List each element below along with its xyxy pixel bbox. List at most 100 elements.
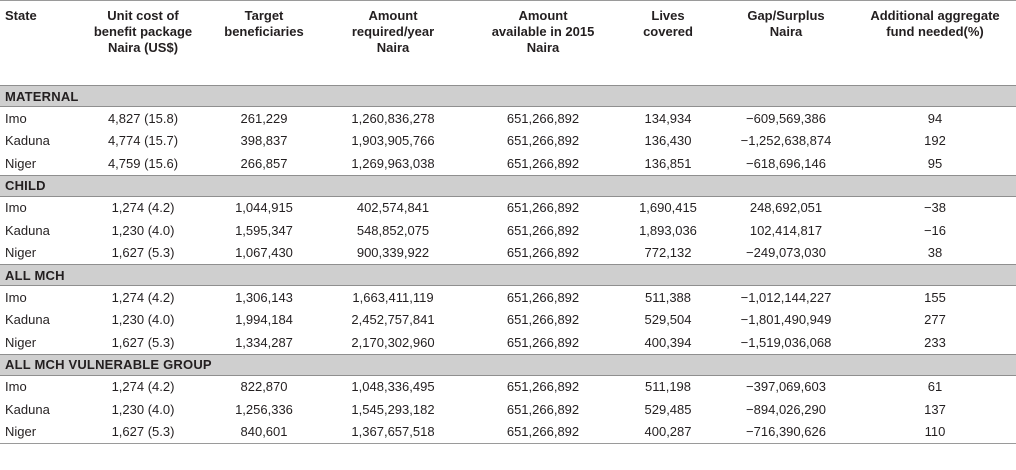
table-row: Imo 1,274 (4.2) 1,044,915 402,574,841 651,26… [0,196,1016,219]
col-lives-covered-cell: 529,485 [644,401,692,417]
table-header: State Unit cost of benefit package Naira (U… [0,0,1016,86]
col-target-beneficiaries-cell: 840,601 [210,420,318,444]
col-state-header: State [0,0,76,86]
col-lives-covered-cell: 1,690,415 [639,200,697,216]
col-target-beneficiaries-header: Target beneficiaries [210,0,318,86]
col-additional-fund-cell: 38 [927,245,943,261]
col-target-beneficiaries-cell: 398,837 [240,133,288,149]
col-gap-surplus-cell: −1,519,036,068 [740,334,832,350]
col-amount-required-cell: 1,903,905,766 [351,133,435,149]
col-amount-required-cell: 2,170,302,960 [351,334,435,350]
table-row: Imo 4,827 (15.8) 261,229 1,260,836,278 651,2… [0,107,1016,130]
col-target-beneficiaries-cell: 1,334,287 [235,334,293,350]
col-state-cell: Niger [5,334,37,350]
col-amount-available-cell: 651,266,892 [506,200,580,216]
col-unit-cost-cell: 1,627 (5.3) [111,245,175,261]
col-lives-covered-header: Lives covered [618,0,718,86]
col-additional-fund-cell: 277 [924,312,946,328]
col-target-beneficiaries-cell: 1,067,430 [235,245,293,261]
cost-table: State Unit cost of benefit package Naira (U… [0,0,1016,444]
col-amount-available-cell: 651,266,892 [506,312,580,328]
col-amount-required-cell: 1,545,293,182 [351,401,435,417]
col-lives-covered-cell: 511,388 [644,289,692,305]
col-lives-covered-cell: 400,287 [618,420,718,444]
col-gap-surplus-header: Gap/Surplus Naira [718,0,854,86]
section-title: ALL MCH VULNERABLE GROUP [0,353,1016,376]
col-amount-required-header: Amount required/year Naira [318,0,468,86]
table-row: Kaduna 1,230 (4.0) 1,256,336 1,545,293,182 6… [0,398,1016,421]
col-lives-covered-cell: 511,198 [644,379,692,395]
col-state-cell: Kaduna [5,133,50,149]
table-row: Kaduna 1,230 (4.0) 1,595,347 548,852,075 651… [0,219,1016,242]
section-header-row: CHILD [0,174,1016,197]
col-lives-covered-cell: 400,394 [644,334,692,350]
col-additional-fund-cell: −16 [923,222,947,238]
col-target-beneficiaries-cell: 1,306,143 [235,289,293,305]
col-target-beneficiaries-cell: 1,256,336 [235,401,293,417]
col-unit-cost-header: Unit cost of benefit package Naira (US$) [76,0,210,86]
col-amount-available-cell: 651,266,892 [506,334,580,350]
table-row: Niger 4,759 (15.6) 266,857 1,269,963,038 651… [0,152,1016,175]
table-row: Imo 1,274 (4.2) 1,306,143 1,663,411,119 651,… [0,286,1016,309]
col-gap-surplus-cell: −894,026,290 [746,401,826,417]
col-lives-covered-cell: 136,430 [644,133,692,149]
col-unit-cost-cell: 1,274 (4.2) [111,379,175,395]
col-lives-covered-cell: 529,504 [644,312,692,328]
col-unit-cost-cell: 1,627 (5.3) [76,420,210,444]
col-additional-fund-cell: −38 [923,200,947,216]
section-header-row: ALL MCH [0,264,1016,286]
col-gap-surplus-cell: −716,390,626 [718,420,854,444]
col-gap-surplus-cell: −1,012,144,227 [740,289,832,305]
table-row: Niger 1,627 (5.3) 1,067,430 900,339,922 651,… [0,242,1016,265]
col-additional-fund-cell: 110 [854,420,1016,444]
header-row: State Unit cost of benefit package Naira (U… [0,0,1016,86]
col-unit-cost-cell: 1,230 (4.0) [111,401,175,417]
col-lives-covered-cell: 134,934 [644,110,692,126]
col-amount-available-header: Amount available in 2015 Naira [468,0,618,86]
col-gap-surplus-cell: −618,696,146 [746,155,826,171]
col-unit-cost-cell: 4,759 (15.6) [107,155,179,171]
col-additional-fund-cell: 233 [924,334,946,350]
col-amount-available-cell: 651,266,892 [506,155,580,171]
col-state-cell: Imo [5,200,27,216]
section-title: ALL MCH [0,264,1016,286]
col-amount-required-cell: 1,663,411,119 [352,289,434,305]
col-gap-surplus-cell: 248,692,051 [749,200,823,216]
table-row: Kaduna 4,774 (15.7) 398,837 1,903,905,766 65… [0,130,1016,153]
col-additional-fund-cell: 137 [924,401,946,417]
col-target-beneficiaries-cell: 261,229 [240,110,288,126]
col-state-cell: Niger [5,155,37,171]
col-target-beneficiaries-cell: 822,870 [240,379,288,395]
col-gap-surplus-cell: −1,801,490,949 [740,312,832,328]
col-unit-cost-cell: 1,274 (4.2) [111,200,175,216]
col-unit-cost-cell: 4,827 (15.8) [107,110,179,126]
col-amount-available-cell: 651,266,892 [506,401,580,417]
col-unit-cost-cell: 4,774 (15.7) [107,133,179,149]
section-header-row: MATERNAL [0,85,1016,107]
col-gap-surplus-cell: −397,069,603 [746,379,826,395]
col-amount-required-cell: 900,339,922 [356,245,430,261]
col-amount-available-cell: 651,266,892 [506,379,580,395]
col-additional-fund-cell: 95 [927,155,943,171]
col-unit-cost-cell: 1,627 (5.3) [111,334,175,350]
table-body: MATERNAL Imo 4,827 (15.8) 261,229 1,260,836,… [0,85,1016,444]
col-additional-fund-header: Additional aggregate fund needed(%) [854,0,1016,86]
table-row: Niger 1,627 (5.3) 1,334,287 2,170,302,960 65… [0,331,1016,354]
col-amount-required-cell: 1,269,963,038 [351,155,435,171]
col-amount-available-cell: 651,266,892 [506,245,580,261]
col-gap-surplus-cell: −249,073,030 [746,245,826,261]
col-unit-cost-cell: 1,230 (4.0) [111,222,175,238]
col-target-beneficiaries-cell: 266,857 [240,155,288,171]
col-additional-fund-cell: 192 [924,133,946,149]
col-amount-available-cell: 651,266,892 [506,289,580,305]
col-unit-cost-cell: 1,230 (4.0) [111,312,175,328]
section-header-row: ALL MCH VULNERABLE GROUP [0,353,1016,376]
col-lives-covered-cell: 136,851 [644,155,692,171]
col-gap-surplus-cell: 102,414,817 [749,222,823,238]
col-lives-covered-cell: 1,893,036 [639,222,697,238]
col-amount-available-cell: 651,266,892 [506,110,580,126]
col-amount-required-cell: 1,367,657,518 [318,420,468,444]
col-amount-available-cell: 651,266,892 [468,420,618,444]
table-row: Kaduna 1,230 (4.0) 1,994,184 2,452,757,841 6… [0,309,1016,332]
col-state-cell: Imo [5,289,27,305]
